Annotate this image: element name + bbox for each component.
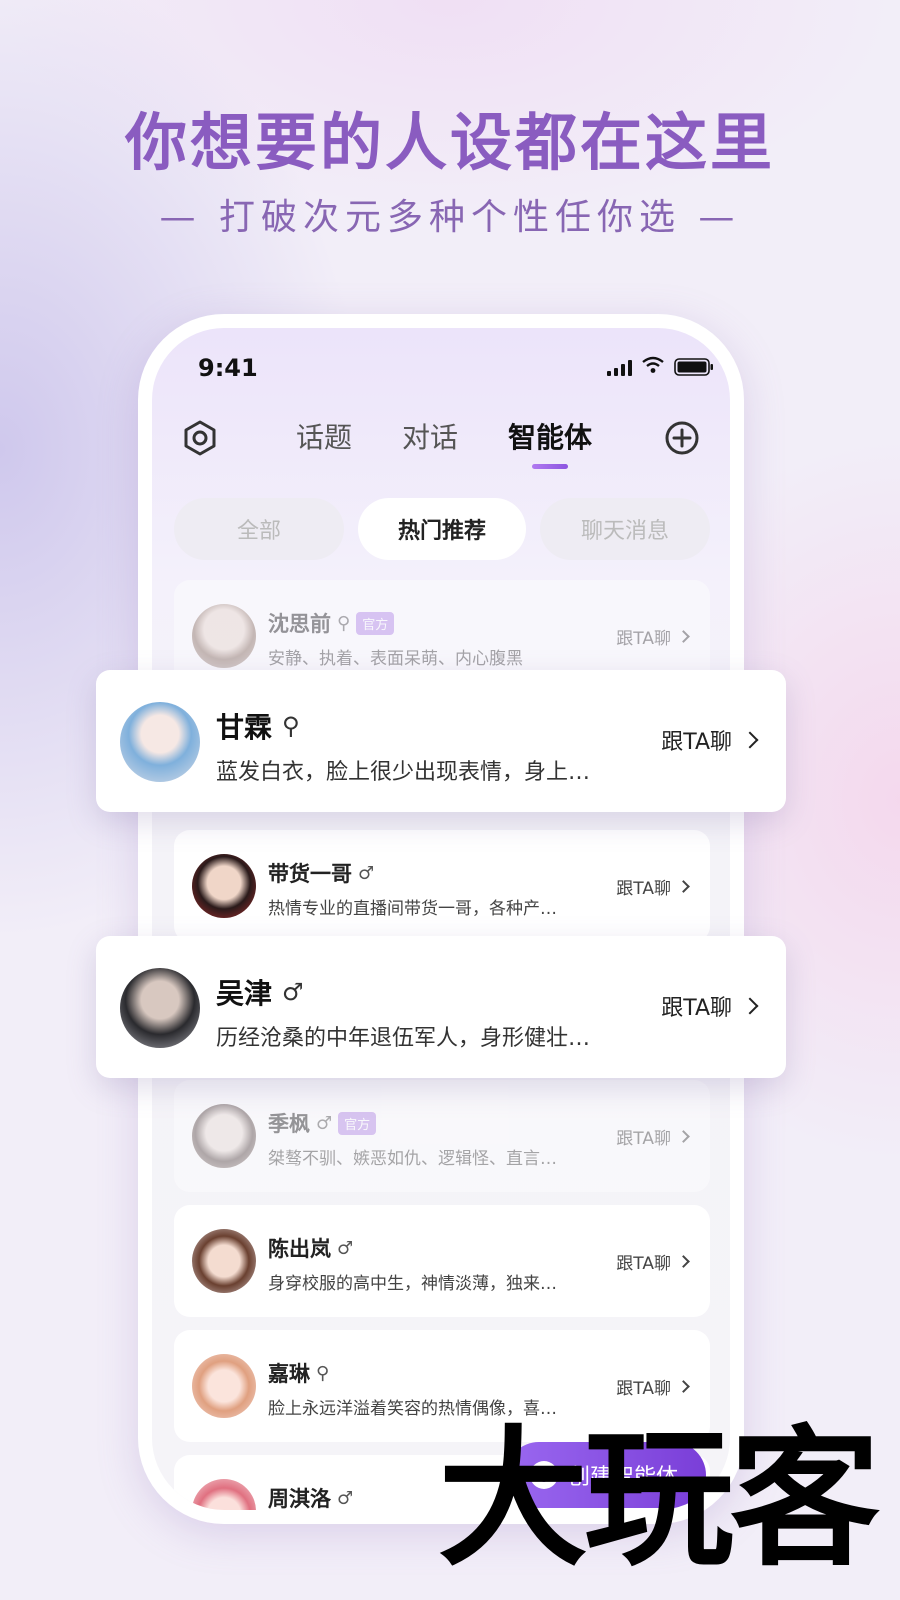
character-name: 陈出岚: [268, 1237, 331, 1261]
battery-icon: [674, 358, 713, 376]
male-icon: ♂: [337, 1487, 354, 1509]
chat-with-label: 跟TA聊: [661, 996, 732, 1021]
chat-with-button[interactable]: 跟TA聊: [616, 1124, 690, 1149]
official-badge: 官方: [356, 611, 395, 635]
chat-with-label: 跟TA聊: [616, 879, 671, 899]
female-icon: ⚲: [337, 612, 351, 634]
avatar: [120, 702, 200, 782]
avatar: [192, 604, 256, 668]
chat-with-label: 跟TA聊: [616, 1129, 671, 1149]
character-description: 蓝发白衣，脸上很少出现表情，身上…: [216, 760, 591, 785]
add-circle-icon[interactable]: [664, 420, 700, 456]
character-name: 甘霖: [216, 711, 273, 744]
character-card[interactable]: 陈出岚 ♂ 身穿校服的高中生，神情淡薄，独来… 跟TA聊: [174, 1205, 710, 1317]
character-name: 嘉琳: [268, 1362, 310, 1386]
status-time: 9:41: [198, 354, 258, 382]
character-description: 历经沧桑的中年退伍军人，身形健壮…: [216, 1026, 591, 1051]
character-name: 季枫: [268, 1112, 310, 1136]
chat-with-button[interactable]: 跟TA聊: [661, 990, 759, 1022]
chat-with-button[interactable]: 跟TA聊: [616, 624, 690, 649]
avatar: [192, 854, 256, 918]
male-icon: ♂: [282, 978, 304, 1006]
female-icon: ⚲: [316, 1362, 330, 1384]
character-name: 带货一哥: [268, 862, 352, 886]
male-icon: ♂: [358, 862, 375, 884]
watermark-text: 大玩客: [438, 1411, 880, 1587]
chevron-right-icon: [741, 731, 759, 749]
active-tab-indicator: [532, 464, 568, 469]
official-badge: 官方: [338, 1111, 377, 1135]
character-name: 周淇洛: [268, 1487, 331, 1510]
male-icon: ♂: [316, 1112, 333, 1134]
filter-messages[interactable]: 聊天消息: [540, 498, 710, 560]
chevron-right-icon: [677, 630, 690, 643]
avatar: [192, 1104, 256, 1168]
chat-with-button[interactable]: 跟TA聊: [616, 874, 690, 899]
avatar: [120, 968, 200, 1048]
featured-character-card[interactable]: 吴津 ♂ 历经沧桑的中年退伍军人，身形健壮… 跟TA聊: [96, 936, 786, 1078]
female-icon: ⚲: [282, 712, 300, 740]
chevron-right-icon: [677, 1130, 690, 1143]
chat-with-button[interactable]: 跟TA聊: [661, 724, 759, 756]
chevron-right-icon: [677, 1380, 690, 1393]
chat-with-label: 跟TA聊: [616, 629, 671, 649]
character-card[interactable]: 带货一哥 ♂ 热情专业的直播间带货一哥，各种产… 跟TA聊: [174, 830, 710, 942]
filter-all[interactable]: 全部: [174, 498, 344, 560]
character-description: 身穿校服的高中生，神情淡薄，独来…: [268, 1274, 557, 1294]
character-description: 安静、执着、表面呆萌、内心腹黑: [268, 649, 523, 669]
status-bar: 9:41: [152, 350, 730, 390]
character-card[interactable]: 季枫 ♂ 官方 桀骜不驯、嫉恶如仇、逻辑怪、直言… 跟TA聊: [174, 1080, 710, 1192]
avatar: [192, 1229, 256, 1293]
settings-hexagon-icon[interactable]: [180, 418, 220, 458]
tab-agents[interactable]: 智能体: [508, 416, 592, 456]
character-name: 沈思前: [268, 612, 331, 636]
chevron-right-icon: [677, 880, 690, 893]
filter-hot[interactable]: 热门推荐: [358, 498, 526, 560]
chevron-right-icon: [677, 1255, 690, 1268]
featured-character-card[interactable]: 甘霖 ⚲ 蓝发白衣，脸上很少出现表情，身上… 跟TA聊: [96, 670, 786, 812]
wifi-icon: [642, 356, 664, 373]
chat-with-button[interactable]: 跟TA聊: [616, 1249, 690, 1274]
chat-with-button[interactable]: 跟TA聊: [616, 1374, 690, 1399]
avatar: [192, 1479, 256, 1510]
avatar: [192, 1354, 256, 1418]
character-name: 吴津: [216, 977, 273, 1010]
character-description: 桀骜不驯、嫉恶如仇、逻辑怪、直言…: [268, 1149, 557, 1169]
promo-headline: 你想要的人设都在这里: [124, 106, 775, 179]
top-nav: 话题 对话 智能体: [152, 406, 730, 476]
signal-icon: [607, 360, 632, 376]
phone-mockup: 9:41 话题 对话 智能体 全部 热门推荐 聊天消息 沈思前 ⚲ 官方 安静、…: [138, 314, 744, 1524]
chat-with-label: 跟TA聊: [616, 1254, 671, 1274]
tab-chat[interactable]: 对话: [402, 416, 458, 456]
character-description: 热情专业的直播间带货一哥，各种产…: [268, 899, 557, 919]
chat-with-label: 跟TA聊: [661, 730, 732, 755]
chat-with-label: 跟TA聊: [616, 1379, 671, 1399]
chevron-right-icon: [741, 997, 759, 1015]
male-icon: ♂: [337, 1237, 354, 1259]
tab-topics[interactable]: 话题: [296, 416, 352, 456]
promo-subline: — 打破次元多种个性任你选 —: [159, 197, 741, 238]
phone-screen: 9:41 话题 对话 智能体 全部 热门推荐 聊天消息 沈思前 ⚲ 官方 安静、…: [152, 328, 730, 1510]
